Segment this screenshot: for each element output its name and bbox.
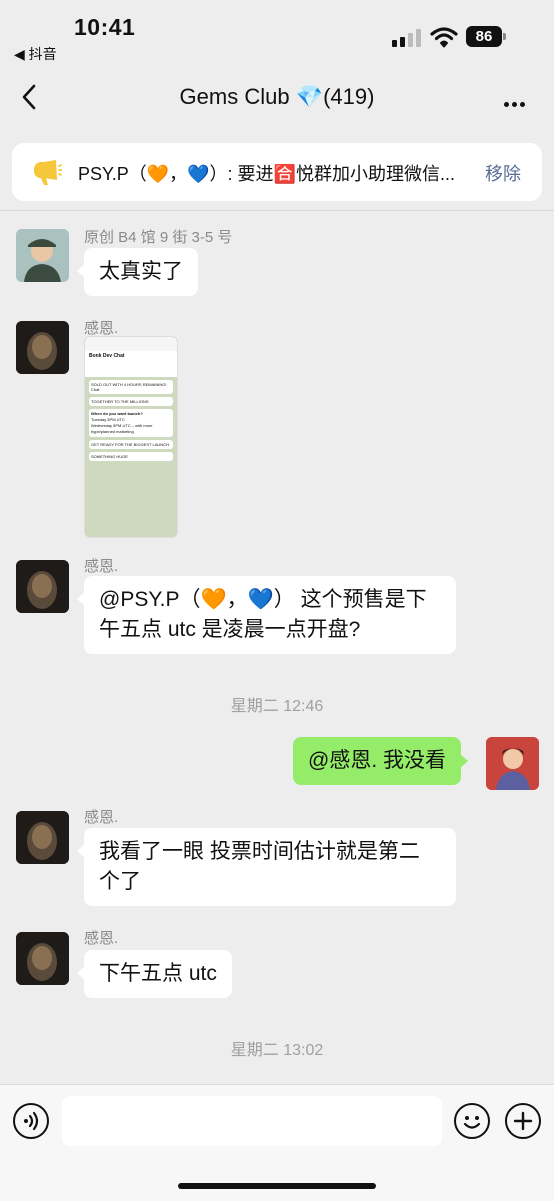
cellular-signal-icon: [392, 29, 422, 47]
back-to-app-link[interactable]: ◀ 抖音: [14, 44, 57, 64]
image-line: GET READY FOR THE BIGGEST LAUNCH.: [89, 440, 173, 449]
megaphone-icon: [34, 160, 62, 185]
image-header: Bonk Dev Chat: [85, 351, 177, 377]
sender-nickname: 感恩.: [84, 930, 119, 947]
image-line: Wednesday 5PM UTC – with more hype/plann…: [91, 423, 153, 434]
remove-pinned-button[interactable]: 移除: [485, 160, 521, 186]
timestamp: 星期二 12:46: [230, 698, 324, 715]
divider: [0, 210, 554, 211]
my-message-bubble[interactable]: @感恩. 我没看: [293, 737, 468, 785]
battery-indicator: 86: [466, 26, 506, 47]
image-line: SOLD OUT WITH 4 HOURS REMAINING! Chat: [89, 380, 173, 394]
message-bubble[interactable]: @PSY.P（🧡，💙） 这个预售是下 午五点 utc 是凌晨一点开盘?: [77, 576, 456, 654]
home-indicator: [178, 1183, 376, 1189]
avatar[interactable]: [16, 229, 69, 282]
avatar[interactable]: [16, 321, 69, 374]
chat-title: Gems Club 💎(419): [179, 84, 375, 109]
timestamp: 星期二 13:02: [230, 1042, 324, 1059]
image-line: SOMETHING HUGE: [89, 452, 173, 461]
message-bubble[interactable]: 我看了一眼 投票时间估计就是第二 个了: [77, 828, 456, 906]
avatar[interactable]: [16, 560, 69, 613]
message-bubble[interactable]: 下午五点 utc: [77, 950, 232, 998]
message-text-line: 个了: [99, 870, 141, 893]
message-bubble[interactable]: 太真实了: [77, 248, 198, 296]
emoji-icon[interactable]: [454, 1103, 490, 1139]
pinned-message-text: PSY.P（🧡，💙）: 要进🈴悦群加小助理微信...: [78, 164, 455, 184]
image-line: TOGETHER TO THE MILLIONS: [89, 397, 173, 406]
pinned-message-banner[interactable]: PSY.P（🧡，💙）: 要进🈴悦群加小助理微信... 移除: [12, 143, 542, 201]
status-time: 10:41: [74, 14, 136, 40]
sender-nickname: 原创 B4 馆 9 街 3-5 号: [84, 229, 233, 246]
plus-icon[interactable]: [505, 1103, 541, 1139]
sender-nickname: 感恩.: [84, 809, 119, 826]
more-options-icon[interactable]: [504, 94, 528, 112]
my-avatar[interactable]: [486, 737, 539, 790]
avatar[interactable]: [16, 811, 69, 864]
avatar[interactable]: [16, 932, 69, 985]
message-text-line: @PSY.P（🧡，💙） 这个预售是下: [99, 588, 427, 611]
wifi-icon: [430, 27, 458, 48]
sender-nickname: 感恩.: [84, 320, 119, 337]
screenshot-image[interactable]: Bonk Dev Chat SOLD OUT WITH 4 HOURS REMA…: [84, 336, 178, 538]
sender-nickname: 感恩.: [84, 558, 119, 575]
message-input[interactable]: [62, 1096, 442, 1146]
message-text-line: 我看了一眼 投票时间估计就是第二: [99, 840, 420, 863]
voice-icon[interactable]: [13, 1103, 49, 1139]
message-text-line: 午五点 utc 是凌晨一点开盘?: [99, 618, 361, 641]
